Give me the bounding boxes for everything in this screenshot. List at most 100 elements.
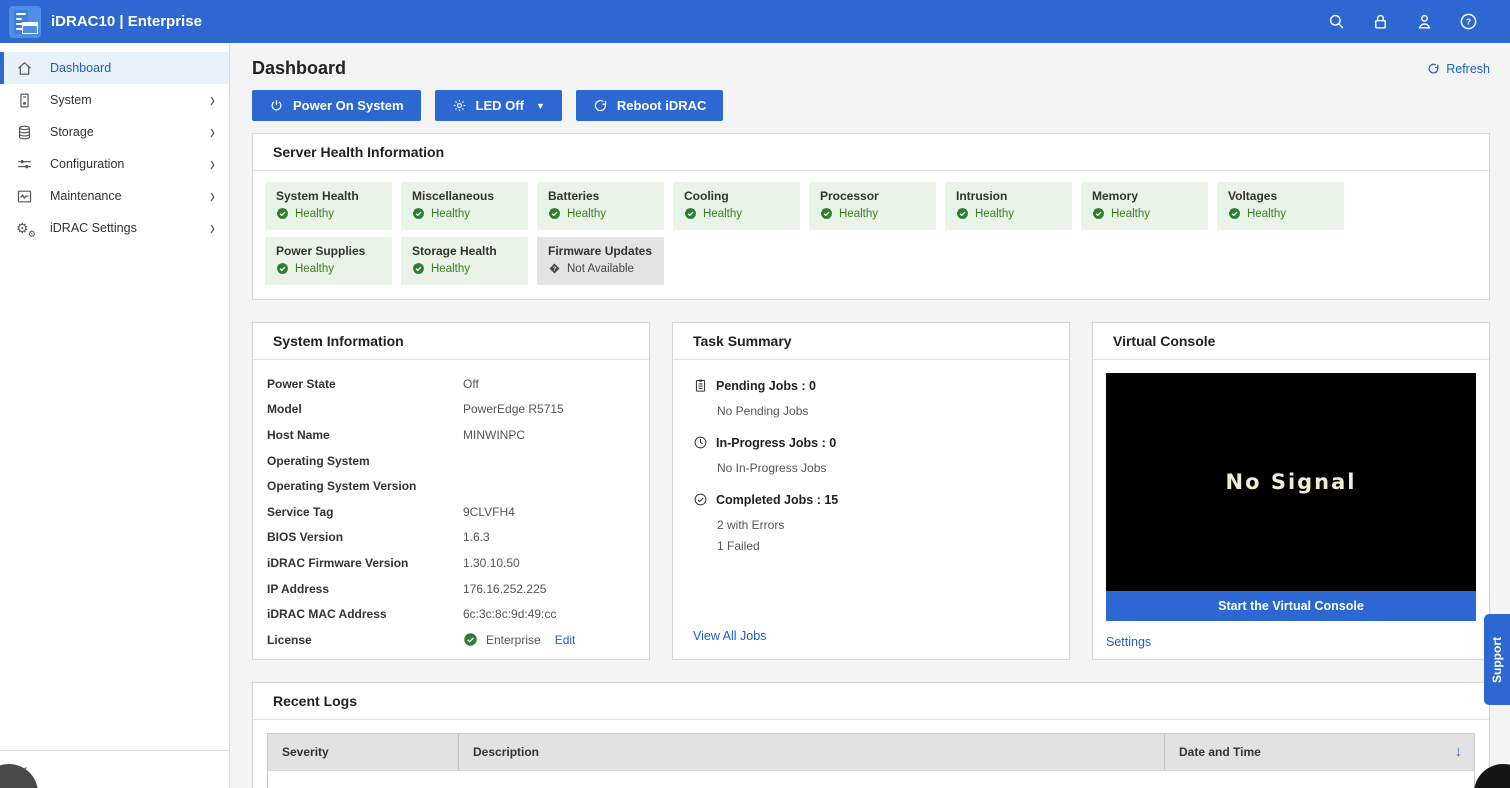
reboot-icon (594, 100, 606, 112)
healthy-check-icon (1092, 207, 1105, 220)
in-progress-jobs-group: In-Progress Jobs : 0 No In-Progress Jobs (693, 435, 1049, 475)
virtual-console-settings-link[interactable]: Settings (1106, 635, 1151, 649)
clock-icon (694, 436, 707, 449)
reboot-idrac-button[interactable]: Reboot iDRAC (575, 90, 724, 121)
chevron-right-icon: › (210, 184, 215, 208)
sidebar-item-system[interactable]: System › (0, 84, 229, 116)
healthy-check-icon (276, 207, 289, 220)
sidebar-item-label: System (50, 93, 92, 107)
page-title: Dashboard (252, 58, 347, 78)
sort-descending-icon[interactable]: ↓ (1455, 743, 1463, 760)
healthy-check-icon (548, 207, 561, 220)
info-row-power-state: Power State Off (267, 376, 479, 391)
main-content: Dashboard Refresh Power On System LED Of… (230, 43, 1510, 788)
license-edit-link[interactable]: Edit (555, 633, 576, 647)
user-icon[interactable] (1414, 12, 1434, 32)
health-tile-processor: Processor Healthy (809, 182, 936, 230)
power-icon (271, 100, 282, 111)
svg-text:?: ? (1465, 17, 1470, 27)
support-tab[interactable]: Support (1484, 614, 1510, 705)
info-row-host-name: Host Name MINWINPC (267, 427, 525, 442)
virtual-console-title: Virtual Console (1093, 323, 1489, 360)
sidebar-item-label: Dashboard (50, 61, 112, 75)
info-row-model: Model PowerEdge R5715 (267, 402, 564, 417)
check-circle-icon (694, 493, 707, 506)
chevron-right-icon: › (210, 216, 215, 240)
app-title: iDRAC10 | Enterprise (51, 13, 202, 30)
recent-logs-title: Recent Logs (253, 683, 1489, 720)
help-icon[interactable]: ? (1458, 12, 1478, 32)
healthy-check-icon (820, 207, 833, 220)
column-header-description[interactable]: Description (458, 734, 1164, 770)
sidebar-item-label: Maintenance (50, 189, 122, 203)
info-row-ip-address: IP Address 176.16.252.225 (267, 581, 547, 596)
healthy-check-icon (276, 262, 289, 275)
sidebar-item-maintenance[interactable]: Maintenance › (0, 180, 229, 212)
power-on-system-button[interactable]: Power On System (252, 90, 421, 121)
completed-jobs-group: Completed Jobs : 15 2 with Errors 1 Fail… (693, 492, 1049, 553)
view-all-jobs-link[interactable]: View All Jobs (693, 629, 766, 643)
chevron-right-icon: › (210, 88, 215, 112)
sidebar: Dashboard System › Storage › Configurati… (0, 43, 230, 788)
refresh-icon (1428, 63, 1439, 74)
server-icon (16, 92, 33, 109)
sidebar-item-label: Storage (50, 125, 94, 139)
sidebar-item-label: iDRAC Settings (50, 221, 137, 235)
unknown-diamond-icon: ? (548, 262, 561, 275)
chevron-right-icon: › (210, 120, 215, 144)
lock-icon[interactable] (1370, 12, 1390, 32)
healthy-check-icon (684, 207, 697, 220)
virtual-console-panel: Virtual Console No Signal Start the Virt… (1092, 322, 1490, 660)
info-row-service-tag: Service Tag 9CLVFH4 (267, 504, 515, 519)
healthy-check-icon (956, 207, 969, 220)
column-header-date-time[interactable]: Date and Time ↓ (1164, 734, 1474, 770)
health-tile-intrusion: Intrusion Healthy (945, 182, 1072, 230)
health-tile-voltages: Voltages Healthy (1217, 182, 1344, 230)
home-icon (16, 60, 33, 77)
table-header-row: Severity Description Date and Time ↓ (268, 734, 1474, 770)
sidebar-item-storage[interactable]: Storage › (0, 116, 229, 148)
info-row-bios-version: BIOS Version 1.6.3 (267, 530, 490, 545)
column-header-severity[interactable]: Severity (268, 734, 458, 770)
pending-jobs-group: Pending Jobs : 0 No Pending Jobs (693, 378, 1049, 418)
health-tile-miscellaneous: Miscellaneous Healthy (401, 182, 528, 230)
led-off-button[interactable]: LED Off ▼ (434, 90, 562, 121)
health-tile-power-supplies: Power Supplies Healthy (265, 237, 392, 285)
system-information-panel: System Information Power State Off Model P… (252, 322, 650, 660)
sliders-icon (16, 156, 33, 173)
recent-logs-panel: Recent Logs Severity Description Date an… (252, 682, 1490, 788)
refresh-link[interactable]: Refresh (1427, 62, 1490, 76)
start-virtual-console-button[interactable]: Start the Virtual Console (1106, 591, 1476, 621)
health-tile-batteries: Batteries Healthy (537, 182, 664, 230)
top-bar: iDRAC10 | Enterprise ? (0, 0, 1510, 43)
info-row-idrac-mac-address: iDRAC MAC Address 6c:3c:8c:9d:49:cc (267, 607, 557, 622)
brightness-icon (453, 99, 465, 112)
health-tile-cooling: Cooling Healthy (673, 182, 800, 230)
server-health-title: Server Health Information (253, 134, 1489, 171)
storage-icon (16, 124, 33, 141)
no-signal-text: No Signal (1225, 470, 1357, 494)
chevron-right-icon: › (210, 152, 215, 176)
health-tile-memory: Memory Healthy (1081, 182, 1208, 230)
system-information-title: System Information (253, 323, 649, 360)
server-health-panel: Server Health Information System Health … (252, 133, 1490, 300)
healthy-check-icon (412, 262, 425, 275)
health-tile-storage-health: Storage Health Healthy (401, 237, 528, 285)
info-row-operating-system: Operating System (267, 453, 370, 468)
sidebar-item-configuration[interactable]: Configuration › (0, 148, 229, 180)
info-row-operating-system-version: Operating System Version (267, 479, 417, 494)
clipboard-icon (695, 379, 706, 392)
task-summary-title: Task Summary (673, 323, 1069, 360)
license-check-icon (463, 632, 478, 647)
sidebar-item-dashboard[interactable]: Dashboard (0, 52, 229, 84)
task-summary-panel: Task Summary Pending Jobs : 0 No Pending… (672, 322, 1070, 660)
healthy-check-icon (1228, 207, 1241, 220)
svg-text:?: ? (553, 266, 556, 272)
table-row[interactable]: The chassis is closed while the power is… (268, 770, 1474, 788)
info-row-license: License Enterprise Edit (267, 632, 576, 647)
search-icon[interactable] (1326, 12, 1346, 32)
chart-icon (16, 188, 33, 205)
virtual-console-preview: No Signal (1106, 373, 1476, 591)
sidebar-item-idrac-settings[interactable]: ⚙ ⚙ iDRAC Settings › (0, 212, 229, 244)
support-tab-label: Support (1490, 636, 1504, 683)
